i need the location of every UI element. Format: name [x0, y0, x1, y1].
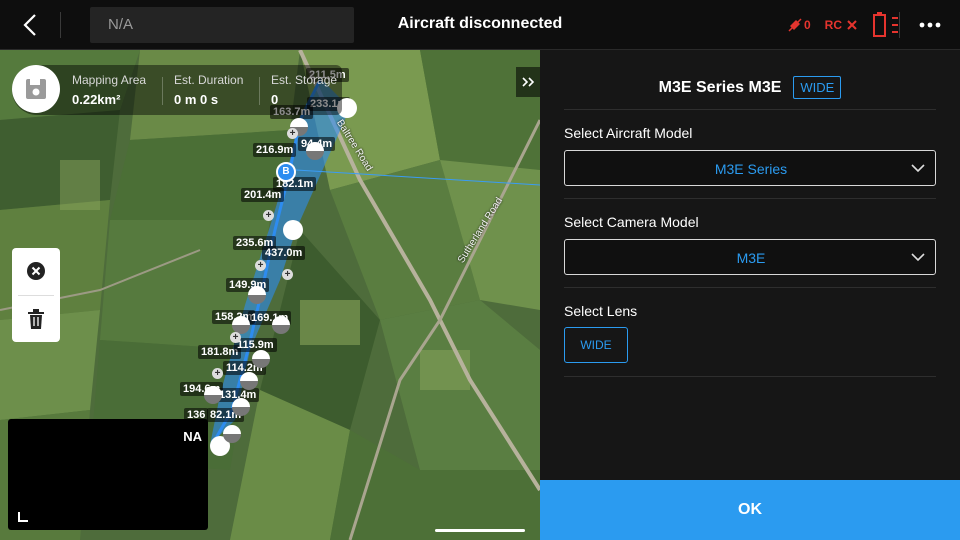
- divider: [162, 77, 163, 105]
- save-button[interactable]: [12, 65, 60, 113]
- rc-label: RC: [824, 18, 842, 32]
- delete-button[interactable]: [12, 296, 60, 342]
- mapping-area-value: 0.22km²: [72, 92, 121, 107]
- mapping-area-label: Mapping Area: [72, 73, 147, 87]
- save-icon: [26, 79, 46, 99]
- storage-value: 0: [271, 92, 279, 107]
- camera-model-select[interactable]: M3E: [564, 239, 936, 275]
- signal-icon: [788, 18, 802, 32]
- distance-label: 437.0m: [262, 246, 306, 260]
- divider: [899, 12, 900, 38]
- chevron-down-icon: [911, 253, 925, 262]
- rc-disconnected-icon: [847, 20, 857, 30]
- divider: [564, 376, 936, 377]
- more-button[interactable]: [918, 16, 942, 34]
- divider: [564, 287, 936, 288]
- double-chevron-right-icon: [522, 77, 535, 87]
- preview-label: NA: [183, 429, 202, 444]
- distance-label: 216.9m: [253, 143, 297, 157]
- resize-corner-icon[interactable]: [18, 512, 28, 522]
- distance-label: 201.4m: [241, 188, 285, 202]
- add-waypoint-icon[interactable]: +: [282, 269, 293, 280]
- aircraft-model-select[interactable]: M3E Series: [564, 150, 936, 186]
- mission-stats: Mapping Area 0.22km² Est. Duration 0 m 0…: [12, 65, 342, 115]
- waypoint[interactable]: [223, 425, 241, 443]
- add-waypoint-icon[interactable]: +: [230, 332, 241, 343]
- divider: [564, 198, 936, 199]
- model-title: M3E Series M3E: [658, 78, 782, 96]
- rc-status[interactable]: RC: [825, 18, 858, 32]
- storage-label: Est. Storage: [271, 73, 338, 87]
- waypoint[interactable]: [240, 372, 258, 390]
- trash-icon: [28, 309, 44, 329]
- storage-stat: Est. Storage 0: [271, 73, 337, 107]
- connection-status-title: Aircraft disconnected: [397, 15, 563, 32]
- duration-value: 0 m 0 s: [174, 92, 219, 107]
- aircraft-model-label: Select Aircraft Model: [564, 125, 693, 141]
- lens-label: Select Lens: [564, 303, 638, 319]
- waypoint[interactable]: [232, 398, 250, 416]
- add-waypoint-icon[interactable]: +: [287, 128, 298, 139]
- clear-button[interactable]: [12, 248, 60, 294]
- more-icon: [919, 22, 941, 28]
- map-tools: [12, 248, 60, 342]
- back-button[interactable]: [18, 12, 44, 38]
- waypoint[interactable]: [306, 142, 324, 160]
- panel-header: M3E Series M3E WIDE: [564, 50, 936, 110]
- camera-preview-window[interactable]: NA: [8, 419, 208, 530]
- waypoint[interactable]: [204, 386, 222, 404]
- lens-wide-button[interactable]: WIDE: [564, 327, 628, 363]
- waypoint[interactable]: [252, 350, 270, 368]
- divider: [259, 77, 260, 105]
- mapping-area-stat: Mapping Area 0.22km²: [72, 73, 146, 107]
- camera-model-label: Select Camera Model: [564, 214, 699, 230]
- duration-stat: Est. Duration 0 m 0 s: [174, 73, 243, 107]
- add-waypoint-icon[interactable]: +: [212, 368, 223, 379]
- signal-status[interactable]: 0: [788, 18, 811, 32]
- duration-label: Est. Duration: [174, 73, 244, 87]
- status-icons: 0 RC: [774, 12, 902, 38]
- map-view[interactable]: Baltree Road Sutherland Road 211.5m 233.…: [0, 50, 540, 540]
- collapse-panel-button[interactable]: [516, 67, 540, 97]
- distance-label: 115.9m: [234, 338, 277, 352]
- close-circle-icon: [27, 262, 45, 280]
- home-point-marker[interactable]: B: [276, 162, 296, 182]
- battery-status[interactable]: [872, 12, 902, 38]
- aircraft-name-field[interactable]: N/A: [90, 7, 354, 43]
- waypoint[interactable]: [272, 316, 290, 334]
- add-waypoint-icon[interactable]: +: [263, 210, 274, 221]
- ok-button[interactable]: OK: [540, 480, 960, 540]
- aircraft-model-value: M3E Series: [714, 161, 788, 177]
- home-indicator[interactable]: [435, 529, 525, 532]
- signal-count: 0: [803, 18, 811, 32]
- chevron-down-icon: [911, 164, 925, 173]
- waypoint[interactable]: [283, 220, 303, 240]
- top-bar: N/A Aircraft disconnected 0 RC: [0, 0, 960, 50]
- camera-model-value: M3E: [736, 250, 766, 266]
- divider: [60, 12, 61, 38]
- settings-panel: M3E Series M3E WIDE Select Aircraft Mode…: [540, 50, 960, 540]
- add-waypoint-icon[interactable]: +: [255, 260, 266, 271]
- battery-icon: [873, 12, 898, 37]
- lens-badge: WIDE: [793, 76, 842, 99]
- back-icon: [23, 14, 36, 36]
- waypoint[interactable]: [248, 286, 266, 304]
- panel-title: M3E Series M3E WIDE: [564, 76, 936, 99]
